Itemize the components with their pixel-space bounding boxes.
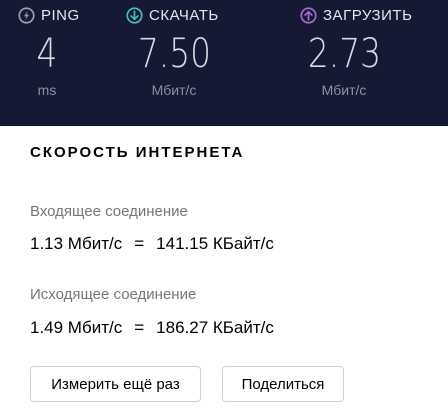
speedtest-page: PING 4 ms СКАЧАТЬ 7.50 Мбит/с ЗАГРУЗИТЬ … bbox=[0, 0, 448, 414]
download-arrow-icon bbox=[126, 7, 143, 24]
incoming-connection-value: 1.13 Мбит/с = 141.15 КБайт/с bbox=[30, 234, 274, 254]
card-title: СКОРОСТЬ ИНТЕРНЕТА bbox=[30, 144, 245, 161]
upload-value: 2.73 bbox=[307, 31, 381, 77]
download-value: 7.50 bbox=[137, 31, 211, 77]
upload-header: ЗАГРУЗИТЬ bbox=[300, 7, 412, 24]
speed-stats-panel: PING 4 ms СКАЧАТЬ 7.50 Мбит/с ЗАГРУЗИТЬ … bbox=[0, 0, 448, 126]
incoming-equals: = bbox=[134, 234, 145, 253]
ping-header: PING bbox=[18, 7, 80, 24]
internet-speed-card: СКОРОСТЬ ИНТЕРНЕТА Входящее соединение 1… bbox=[0, 126, 448, 414]
download-header: СКАЧАТЬ bbox=[126, 7, 219, 24]
download-label: СКАЧАТЬ bbox=[149, 7, 219, 24]
ping-icon bbox=[18, 7, 35, 24]
upload-arrow-icon bbox=[300, 7, 317, 24]
outgoing-connection-value: 1.49 Мбит/с = 186.27 КБайт/с bbox=[30, 318, 274, 338]
upload-label: ЗАГРУЗИТЬ bbox=[323, 7, 413, 24]
outgoing-connection-label: Исходящее соединение bbox=[30, 286, 197, 303]
outgoing-mbit: 1.49 Мбит/с bbox=[30, 318, 123, 337]
incoming-connection-label: Входящее соединение bbox=[30, 203, 188, 220]
outgoing-kbyte: 186.27 КБайт/с bbox=[156, 318, 274, 337]
download-unit: Мбит/с bbox=[151, 82, 197, 98]
incoming-mbit: 1.13 Мбит/с bbox=[30, 234, 123, 253]
share-button[interactable]: Поделиться bbox=[222, 366, 344, 402]
ping-label: PING bbox=[41, 7, 80, 24]
retest-button[interactable]: Измерить ещё раз bbox=[30, 366, 201, 402]
upload-unit: Мбит/с bbox=[321, 82, 367, 98]
outgoing-equals: = bbox=[134, 318, 145, 337]
incoming-kbyte: 141.15 КБайт/с bbox=[156, 234, 274, 253]
ping-unit: ms bbox=[37, 82, 57, 98]
ping-value: 4 bbox=[36, 31, 58, 77]
